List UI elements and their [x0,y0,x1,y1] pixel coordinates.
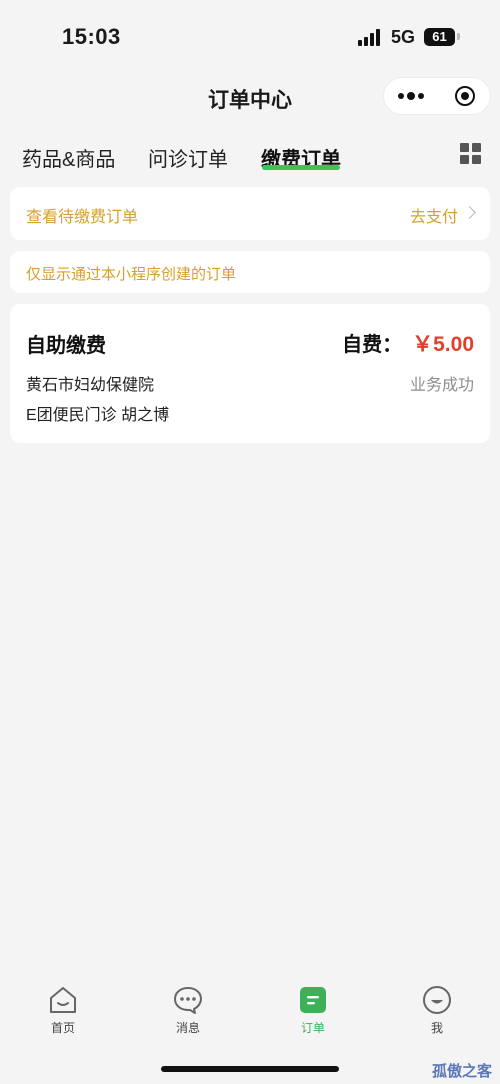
close-miniprogram-button[interactable] [438,78,492,114]
miniprogram-capsule [383,77,491,115]
target-icon-center [461,92,469,100]
pending-payment-card[interactable]: 查看待缴费订单 去支付 [10,187,490,240]
go-pay-link[interactable]: 去支付 [410,203,458,227]
network-type: 5G [391,27,416,47]
home-indicator[interactable] [161,1066,339,1072]
notice-banner: 仅显示通过本小程序创建的订单 [10,251,490,293]
order-center-page: 15:03 5G 61 订单中心 药品&商品 问诊订单 缴费订单 查看待缴费订单… [0,0,500,1084]
department-doctor: E团便民门诊 胡之博 [26,407,170,424]
tabbar-orders[interactable]: 订单 [273,985,353,1045]
order-icon [300,987,326,1013]
watermark: 孤傲之客 [432,1063,493,1080]
more-dot-icon [418,93,424,99]
battery-icon: 61 [424,28,455,46]
more-menu-button[interactable] [384,78,438,114]
hospital-name: 黄石市妇幼保健院 [26,377,155,394]
tabbar-messages-label: 消息 [175,1021,200,1035]
tabbar-profile-label: 我 [430,1021,443,1035]
profile-icon [423,986,451,1014]
status-time: 15:03 [62,24,121,49]
status-bar: 15:03 5G 61 [0,0,500,70]
more-dot-icon [407,92,415,100]
price-label: 自费： [342,334,403,356]
order-type: 自助缴费 [26,335,106,357]
tabbar-home[interactable]: 首页 [23,985,103,1045]
battery-cap [457,33,460,40]
chevron-right-icon [463,206,476,219]
price-row: 自费： ￥5.00 [342,328,474,358]
message-icon [174,987,202,1014]
order-status: 业务成功 [409,377,474,394]
tabbar-home-label: 首页 [50,1021,75,1035]
home-icon [50,987,76,1013]
tab-medicine-goods[interactable]: 药品&商品 [22,143,115,172]
grid-icon[interactable] [460,143,482,165]
tabbar-profile[interactable]: 我 [397,985,477,1045]
tab-consult-orders[interactable]: 问诊订单 [148,143,228,172]
signal-icon [358,29,384,46]
pending-payment-label: 查看待缴费订单 [26,209,139,226]
more-dot-icon [398,93,404,99]
order-card[interactable]: 自助缴费 自费： ￥5.00 黄石市妇幼保健院 业务成功 E团便民门诊 胡之博 [10,304,490,443]
price-value: ￥5.00 [412,333,474,356]
tabbar-messages[interactable]: 消息 [148,985,228,1045]
active-tab-indicator [262,165,340,170]
notice-text: 仅显示通过本小程序创建的订单 [26,266,237,283]
tabbar-orders-label: 订单 [300,1021,325,1035]
